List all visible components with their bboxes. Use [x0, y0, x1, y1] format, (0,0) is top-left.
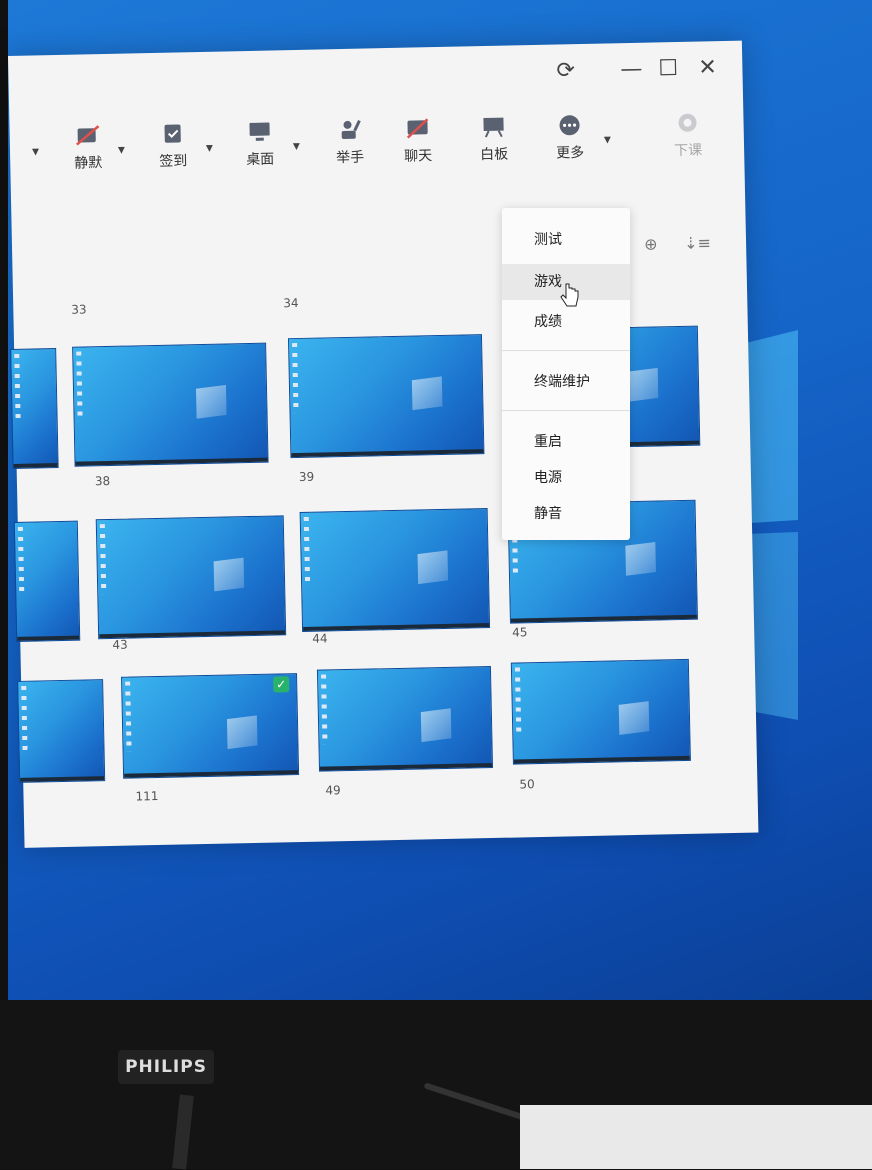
- seat-number: 38: [94, 473, 111, 489]
- seat-number: 44: [312, 631, 328, 646]
- toolbar-label: 静默: [74, 155, 103, 172]
- student-screen-thumbnail[interactable]: [13, 520, 81, 642]
- seat-number: 49: [325, 783, 341, 798]
- menu-item-test[interactable]: 测试: [502, 222, 630, 258]
- toolbar-label: 聊天: [404, 148, 433, 165]
- chevron-down-icon[interactable]: ▼: [604, 135, 611, 145]
- toolbar-label: 白板: [480, 146, 509, 164]
- student-screen-thumbnail[interactable]: [299, 508, 491, 632]
- chevron-down-icon[interactable]: ▼: [32, 147, 39, 157]
- sign-in-icon: [164, 124, 181, 143]
- student-screen-thumbnail[interactable]: [510, 658, 691, 765]
- seat-number: 50: [519, 777, 535, 792]
- student-screen-thumbnail[interactable]: [95, 515, 287, 640]
- student-screen-thumbnail[interactable]: [10, 348, 59, 469]
- menu-item-power[interactable]: 电源: [502, 460, 630, 496]
- chat-icon: [406, 118, 429, 139]
- toolbar-label: 更多: [555, 144, 585, 162]
- raise-hand-icon: [341, 120, 361, 139]
- chevron-down-icon[interactable]: ▼: [206, 144, 213, 154]
- toolbar-label: 下课: [673, 142, 703, 160]
- menu-divider: [502, 350, 630, 351]
- zoom-icon[interactable]: ⊕: [644, 234, 658, 253]
- seat-number: 45: [512, 625, 528, 640]
- menu-item-terminal-maintenance[interactable]: 终端维护: [502, 364, 630, 400]
- desk-surface: [520, 1105, 872, 1169]
- menu-item-silence[interactable]: 静音: [502, 496, 630, 532]
- toolbar-chat[interactable]: 聊天: [387, 117, 448, 166]
- end-class-icon: [678, 113, 697, 132]
- student-screen-thumbnail[interactable]: [316, 666, 494, 772]
- toolbar-sign-in[interactable]: 签到: [142, 122, 203, 171]
- menu-item-restart[interactable]: 重启: [502, 424, 630, 460]
- seat-number: 34: [283, 295, 299, 311]
- monitor-brand: PHILIPS: [118, 1050, 214, 1084]
- seat-number: 111: [135, 789, 159, 804]
- seat-number: 43: [112, 637, 128, 652]
- refresh-icon[interactable]: ⟳: [556, 58, 575, 83]
- close-button[interactable]: ✕: [698, 55, 717, 80]
- app-window: ⟳ — ☐ ✕ ▼ 静默 ▼ 签到 ▼ 桌面 ▼ 举手 聊天 白板 更多 ▼ 下…: [8, 40, 759, 848]
- minimize-button[interactable]: —: [620, 57, 643, 82]
- chevron-down-icon[interactable]: ▼: [293, 142, 300, 152]
- seat-number: 39: [298, 469, 315, 484]
- toolbar-desktop[interactable]: 桌面: [229, 120, 290, 169]
- mute-icon: [76, 125, 100, 146]
- toolbar-label: 桌面: [246, 151, 275, 169]
- check-icon: ✓: [273, 676, 290, 693]
- seat-number: 33: [71, 302, 87, 317]
- more-menu: 测试 游戏 成绩 终端维护 重启 电源 静音: [502, 208, 630, 540]
- menu-divider: [502, 410, 630, 411]
- desktop-icon: [249, 122, 270, 141]
- toolbar-mute[interactable]: 静默: [57, 124, 118, 173]
- toolbar-label: 签到: [159, 153, 188, 170]
- more-icon: [559, 115, 580, 136]
- sort-icon[interactable]: ⇣≡: [684, 233, 711, 253]
- toolbar: ▼ 静默 ▼ 签到 ▼ 桌面 ▼ 举手 聊天 白板 更多 ▼ 下课: [9, 111, 745, 206]
- hand-cursor-icon: [560, 283, 579, 307]
- student-screen-thumbnail[interactable]: [287, 334, 485, 459]
- toolbar-end-class[interactable]: 下课: [657, 111, 718, 160]
- maximize-button[interactable]: ☐: [658, 56, 678, 81]
- student-screen-thumbnail[interactable]: [72, 342, 269, 467]
- toolbar-whiteboard[interactable]: 白板: [463, 115, 524, 164]
- student-screen-thumbnail[interactable]: [17, 679, 106, 783]
- toolbar-label: 举手: [336, 149, 365, 167]
- chevron-down-icon[interactable]: ▼: [118, 146, 125, 156]
- toolbar-more[interactable]: 更多: [539, 114, 600, 163]
- whiteboard-icon: [483, 117, 504, 138]
- toolbar-raise-hand[interactable]: 举手: [319, 118, 380, 167]
